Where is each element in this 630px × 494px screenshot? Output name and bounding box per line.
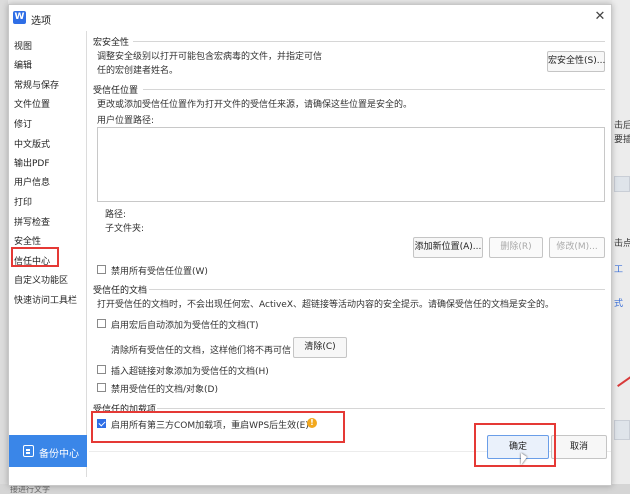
background-text-fragment: 击点	[614, 239, 630, 249]
trusted-locations-description: 更改或添加受信任位置作为打开文件的受信任来源，请确保这些位置是安全的。	[97, 100, 413, 110]
section-divider	[143, 89, 605, 90]
backup-center-label: 备份中心	[39, 449, 79, 460]
background-text-fragment: 式	[614, 299, 624, 309]
user-path-label: 用户位置路径:	[97, 116, 155, 126]
backup-center-button[interactable]: 备份中心	[9, 435, 87, 467]
sidebar-item-print[interactable]: 打印	[14, 195, 32, 208]
options-sidebar: 视图 编辑 常规与保存 文件位置 修订 中文版式 输出PDF 用户信息 打印 拼…	[9, 31, 87, 477]
sidebar-item-edit[interactable]: 编辑	[14, 58, 32, 71]
path-label: 路径:	[105, 210, 127, 220]
mouse-cursor-icon	[521, 453, 527, 465]
section-title-trusted-documents: 受信任的文档	[93, 286, 148, 296]
auto-add-trusted-doc-checkbox[interactable]	[97, 319, 106, 328]
background-thumbnail	[614, 176, 630, 192]
section-divider	[149, 289, 605, 290]
wps-logo-icon: W	[13, 11, 26, 24]
trusted-documents-description: 打开受信任的文档时，不会出现任何宏、ActiveX、超链接等活动内容的安全提示。…	[97, 300, 555, 310]
background-document-area: 击后 要插 击点 工 式	[612, 0, 630, 494]
subfolder-label: 子文件夹:	[105, 224, 145, 234]
hyperlink-trusted-doc-checkbox[interactable]	[97, 365, 106, 374]
disable-trusted-locations-label: 禁用所有受信任位置(W)	[111, 267, 208, 277]
section-title-macro-security: 宏安全性	[93, 38, 130, 48]
sidebar-item-quick-access-toolbar[interactable]: 快速访问工具栏	[14, 293, 77, 306]
trusted-locations-list[interactable]	[97, 127, 605, 202]
sidebar-item-customize-ribbon[interactable]: 自定义功能区	[14, 273, 68, 286]
sidebar-item-file-location[interactable]: 文件位置	[14, 97, 50, 110]
delete-location-button[interactable]: 删除(R)	[489, 237, 543, 258]
background-text-fragment: 击后	[614, 121, 630, 131]
sidebar-item-chinese-layout[interactable]: 中文版式	[14, 137, 50, 150]
sidebar-item-spell-check[interactable]: 拼写检查	[14, 215, 50, 228]
section-divider	[157, 408, 605, 409]
section-title-trusted-locations: 受信任位置	[93, 86, 139, 96]
cancel-button[interactable]: 取消	[551, 435, 607, 459]
macro-security-button[interactable]: 宏安全性(S)...	[547, 51, 605, 72]
backup-icon	[23, 445, 34, 457]
background-annotation-line	[617, 375, 630, 387]
clear-trusted-docs-button[interactable]: 清除(C)	[293, 337, 347, 358]
sidebar-item-general-save[interactable]: 常规与保存	[14, 78, 59, 91]
sidebar-item-view[interactable]: 视图	[14, 39, 32, 52]
dialog-title: 选项	[31, 16, 51, 27]
dialog-titlebar[interactable]: W 选项 ✕	[9, 5, 611, 31]
background-thumbnail	[614, 420, 630, 440]
disable-trusted-locations-checkbox[interactable]	[97, 265, 106, 274]
clear-trusted-docs-description: 清除所有受信任的文档，这样他们将不再可信	[111, 346, 292, 356]
sidebar-item-trust-center[interactable]: 信任中心	[14, 254, 50, 267]
enable-com-addins-label: 启用所有第三方COM加载项，重启WPS后生效(E)	[111, 421, 309, 431]
auto-add-trusted-doc-label: 启用宏后自动添加为受信任的文档(T)	[111, 321, 259, 331]
warning-icon: !	[307, 418, 317, 428]
disable-trusted-docs-label: 禁用受信任的文档/对象(D)	[111, 385, 218, 395]
macro-description-line1: 调整安全级别以打开可能包含宏病毒的文件，并指定可信	[97, 52, 323, 62]
modify-location-button[interactable]: 修改(M)...	[549, 237, 605, 258]
section-divider	[133, 41, 605, 42]
sidebar-item-security[interactable]: 安全性	[14, 234, 41, 247]
disable-trusted-docs-checkbox[interactable]	[97, 383, 106, 392]
sidebar-item-user-info[interactable]: 用户信息	[14, 175, 50, 188]
macro-description-line2: 任的宏创建者姓名。	[97, 66, 179, 76]
background-left-strip	[0, 0, 8, 494]
options-dialog: W 选项 ✕ 视图 编辑 常规与保存 文件位置 修订 中文版式 输出PDF 用户…	[8, 4, 612, 486]
enable-com-addins-checkbox[interactable]	[97, 419, 106, 428]
add-location-button[interactable]: 添加新位置(A)...	[413, 237, 483, 258]
close-icon[interactable]: ✕	[593, 10, 607, 24]
sidebar-item-output-pdf[interactable]: 输出PDF	[14, 156, 50, 169]
ok-button[interactable]: 确定	[487, 435, 549, 459]
background-text-fragment: 工	[614, 265, 624, 275]
background-text-fragment: 要插	[614, 135, 630, 145]
hyperlink-trusted-doc-label: 插入超链接对象添加为受信任的文档(H)	[111, 367, 269, 377]
sidebar-item-revision[interactable]: 修订	[14, 117, 32, 130]
section-title-trusted-addins: 受信任的加载项	[93, 405, 157, 415]
